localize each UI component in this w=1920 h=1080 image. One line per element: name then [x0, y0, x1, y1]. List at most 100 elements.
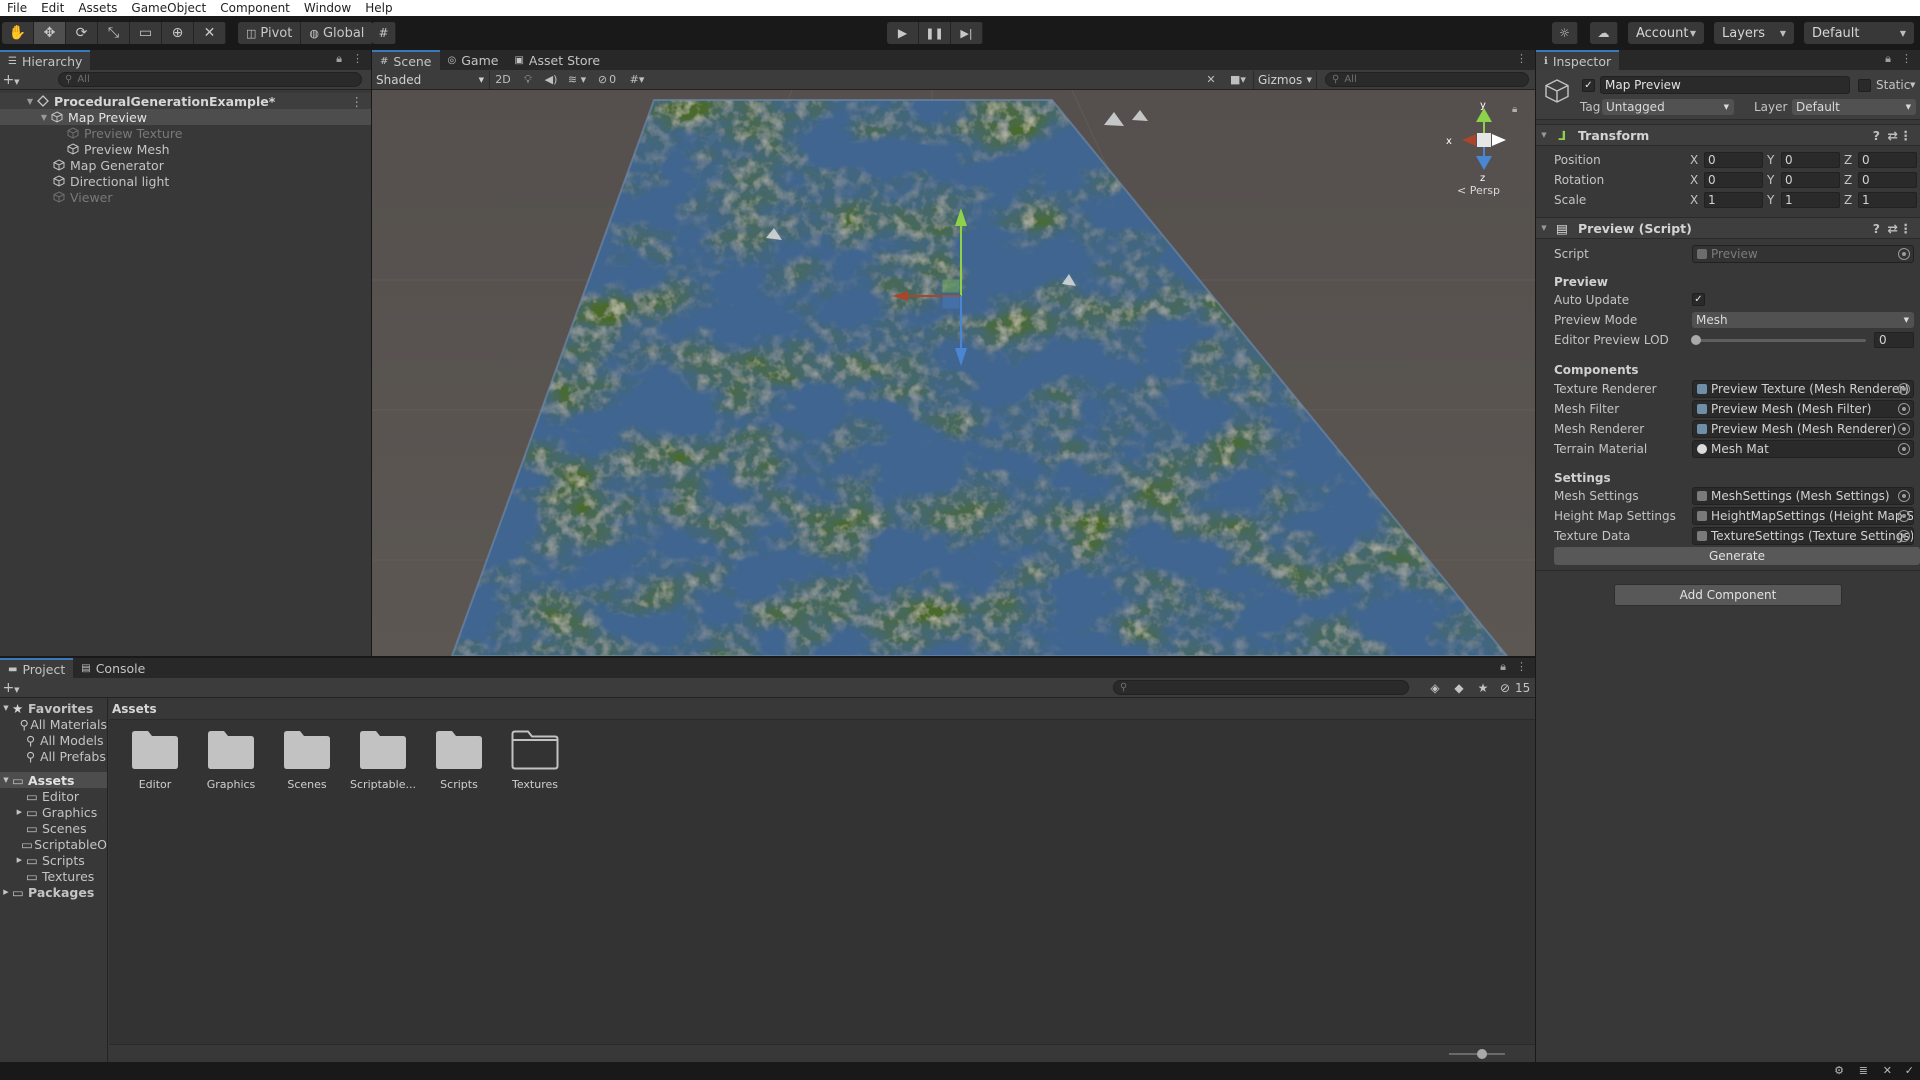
- position-x[interactable]: 0: [1704, 152, 1763, 168]
- shading-dropdown[interactable]: Shaded ▼: [372, 70, 490, 89]
- menu-file[interactable]: File: [0, 1, 34, 15]
- lock-icon[interactable]: 🔒︎: [1512, 104, 1517, 115]
- rotation-y-field[interactable]: Y0: [1767, 172, 1840, 188]
- hierarchy-item-viewer[interactable]: Viewer: [0, 189, 371, 205]
- favorite-star-icon[interactable]: ★: [1471, 681, 1495, 695]
- menu-window[interactable]: Window: [297, 1, 358, 15]
- eye-slash-icon[interactable]: ⊘: [1495, 681, 1515, 695]
- scene-viewport[interactable]: y x z < Persp 🔒︎: [372, 90, 1535, 656]
- icon-size-slider[interactable]: [1449, 1049, 1505, 1059]
- grid-snapping-button[interactable]: #: [372, 22, 396, 44]
- tag-dropdown[interactable]: Untagged ▼: [1602, 99, 1734, 115]
- add-component-button[interactable]: Add Component: [1614, 584, 1842, 606]
- step-button[interactable]: ▶|: [951, 22, 983, 44]
- tab-scene[interactable]: # Scene: [372, 50, 440, 70]
- hand-tool-button[interactable]: ✋: [2, 22, 34, 44]
- asset-folder-graphics[interactable]: Graphics: [193, 728, 269, 791]
- lock-icon[interactable]: 🔒︎: [336, 52, 342, 66]
- scale-z[interactable]: 1: [1858, 192, 1917, 208]
- object-picker-icon[interactable]: [1898, 530, 1910, 542]
- transform-tool-button[interactable]: ⊕: [162, 22, 194, 44]
- rotate-tool-button[interactable]: ⟳: [66, 22, 98, 44]
- position-x-field[interactable]: X0: [1690, 152, 1763, 168]
- tab-console[interactable]: ▤ Console: [73, 658, 153, 678]
- lock-icon[interactable]: 🔒︎: [1885, 52, 1891, 66]
- preset-icon[interactable]: ⇄: [1888, 221, 1898, 236]
- create-button[interactable]: +▼: [0, 72, 22, 88]
- project-search-input[interactable]: ⚲: [1113, 680, 1409, 695]
- folder-scriptable-objects[interactable]: ▭ ScriptableO: [0, 836, 107, 852]
- kebab-menu-icon[interactable]: ⋮: [1901, 52, 1912, 66]
- auto-generate-lighting-icon[interactable]: ✕: [1883, 1064, 1892, 1077]
- favorite-item-all-models[interactable]: ⚲ All Models: [0, 732, 107, 748]
- gizmos-dropdown[interactable]: Gizmos ▼: [1253, 70, 1317, 89]
- position-y[interactable]: 0: [1781, 152, 1840, 168]
- position-z-field[interactable]: Z0: [1844, 152, 1917, 168]
- scale-x-field[interactable]: X1: [1690, 192, 1763, 208]
- help-icon[interactable]: ?: [1873, 128, 1880, 143]
- scene-search-input[interactable]: ⚲ All: [1325, 72, 1529, 87]
- static-checkbox[interactable]: [1858, 79, 1871, 92]
- lod-value-field[interactable]: 0: [1874, 332, 1914, 348]
- scale-y-field[interactable]: Y1: [1767, 192, 1840, 208]
- menu-component[interactable]: Component: [213, 1, 297, 15]
- asset-folder-textures[interactable]: Textures: [497, 728, 573, 791]
- services-button[interactable]: ☼: [1552, 22, 1578, 44]
- audio-toggle[interactable]: ◀): [540, 71, 562, 89]
- lod-slider[interactable]: [1691, 335, 1866, 345]
- rotation-x[interactable]: 0: [1704, 172, 1763, 188]
- favorite-item-all-prefabs[interactable]: ⚲ All Prefabs: [0, 748, 107, 764]
- favorites-row[interactable]: ▼ ★ Favorites: [0, 700, 107, 716]
- scale-tool-button[interactable]: ⤡: [98, 22, 130, 44]
- tab-game[interactable]: ◎ Game: [440, 50, 507, 70]
- favorite-item-all-materials[interactable]: ⚲ All Materials: [0, 716, 107, 732]
- chevron-down-icon[interactable]: ▼: [1910, 81, 1915, 89]
- scene-tools-button[interactable]: ✕: [1199, 71, 1223, 89]
- rotation-z[interactable]: 0: [1858, 172, 1917, 188]
- asset-folder-scriptable-objects[interactable]: Scriptable...: [345, 728, 421, 791]
- packages-row[interactable]: ▶ ▭ Packages: [0, 884, 107, 900]
- terrain-material-field[interactable]: Mesh Mat: [1692, 440, 1914, 458]
- cloud-button[interactable]: ☁: [1590, 22, 1618, 44]
- move-tool-button[interactable]: ✥: [34, 22, 66, 44]
- active-checkbox[interactable]: ✓: [1582, 79, 1595, 92]
- hidden-objects-toggle[interactable]: ⊘ 0: [592, 71, 622, 89]
- layout-dropdown[interactable]: Default ▼: [1804, 22, 1914, 44]
- slider-thumb[interactable]: [1691, 335, 1701, 345]
- object-picker-icon[interactable]: [1898, 443, 1910, 455]
- object-picker-icon[interactable]: [1898, 403, 1910, 415]
- object-name-field[interactable]: Map Preview: [1600, 76, 1850, 94]
- tab-project[interactable]: ▬ Project: [0, 658, 74, 678]
- tab-asset-store[interactable]: ▣ Asset Store: [506, 50, 608, 70]
- hierarchy-item-map-generator[interactable]: Map Generator: [0, 157, 371, 173]
- play-button[interactable]: ▶: [887, 22, 919, 44]
- account-dropdown[interactable]: Account ▼: [1628, 22, 1704, 44]
- hierarchy-item-preview-mesh[interactable]: Preview Mesh: [0, 141, 371, 157]
- chevron-down-icon[interactable]: ▼: [0, 776, 12, 784]
- preview-script-header[interactable]: ▼ ▤ Preview (Script) ? ⇄ ⋮: [1536, 217, 1920, 239]
- hierarchy-item-preview-texture[interactable]: Preview Texture: [0, 125, 371, 141]
- object-picker-icon[interactable]: [1898, 423, 1910, 435]
- scene-root-row[interactable]: ▼ ProceduralGenerationExample* ⋮: [0, 93, 371, 109]
- object-picker-icon[interactable]: [1898, 490, 1910, 502]
- folder-textures[interactable]: ▭ Textures: [0, 868, 107, 884]
- lighting-toggle[interactable]: 💡︎: [516, 71, 540, 89]
- menu-gameobject[interactable]: GameObject: [124, 1, 213, 15]
- folder-graphics[interactable]: ▶ ▭ Graphics: [0, 804, 107, 820]
- kebab-menu-icon[interactable]: ⋮: [1516, 660, 1527, 674]
- filter-by-label-icon[interactable]: ◆: [1447, 681, 1471, 695]
- mesh-filter-field[interactable]: Preview Mesh (Mesh Filter): [1692, 400, 1914, 418]
- debug-icon[interactable]: ⚙: [1834, 1064, 1844, 1077]
- auto-update-checkbox[interactable]: ✓: [1692, 293, 1705, 306]
- menu-assets[interactable]: Assets: [71, 1, 124, 15]
- menu-edit[interactable]: Edit: [34, 1, 71, 15]
- scale-x[interactable]: 1: [1704, 192, 1763, 208]
- kebab-menu-icon[interactable]: ⋮: [1516, 52, 1527, 65]
- rotation-y[interactable]: 0: [1781, 172, 1840, 188]
- object-picker-icon[interactable]: [1898, 510, 1910, 522]
- effects-toggle[interactable]: ≋ ▾: [562, 71, 592, 89]
- hierarchy-item-directional-light[interactable]: Directional light: [0, 173, 371, 189]
- chevron-down-icon[interactable]: ▼: [38, 113, 50, 122]
- kebab-menu-icon[interactable]: ⋮: [351, 94, 364, 109]
- progress-check-icon[interactable]: ✓: [1905, 1064, 1914, 1077]
